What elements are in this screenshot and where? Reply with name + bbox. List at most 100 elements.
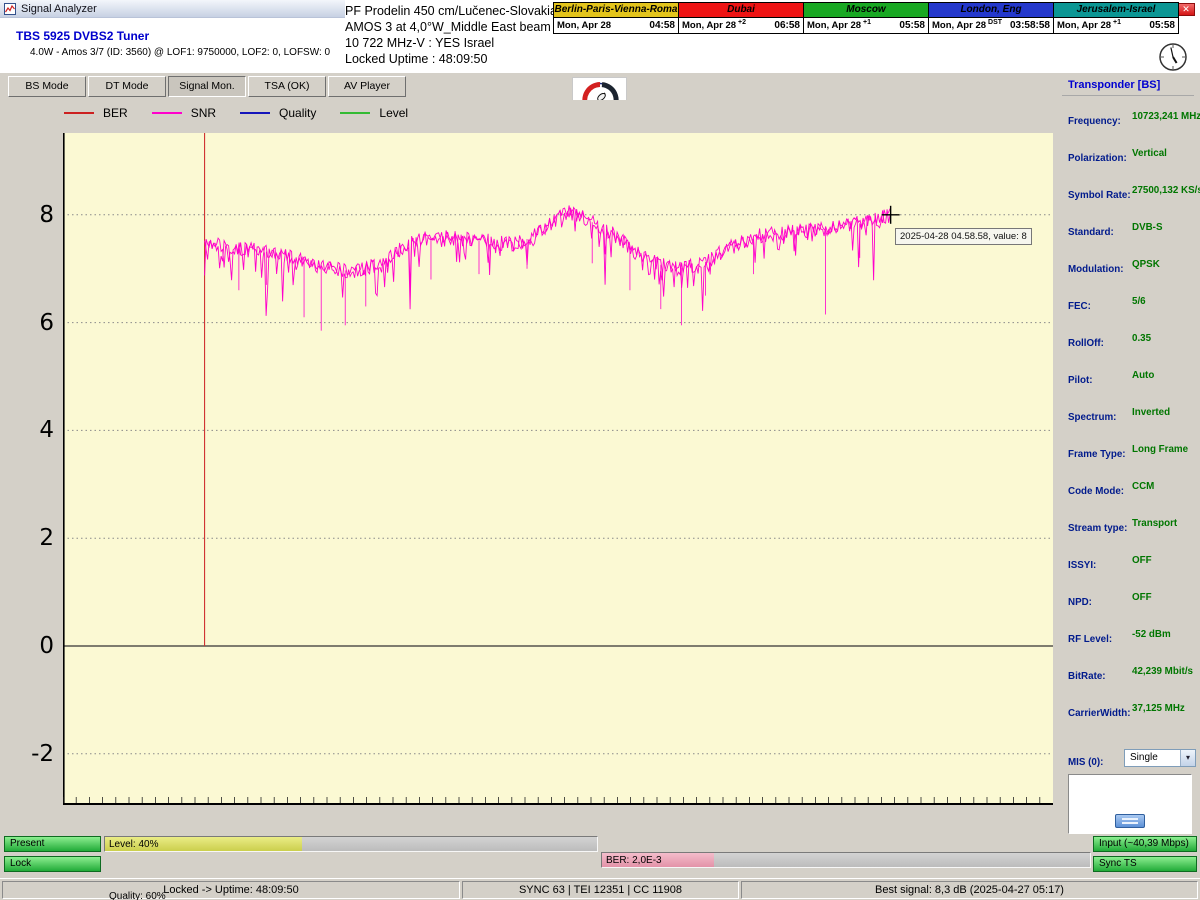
y-axis-label: 6 — [8, 310, 54, 336]
transponder-field-label: Stream type: — [1068, 523, 1127, 534]
close-button[interactable]: ✕ — [1177, 3, 1195, 16]
transponder-field-label: ISSYI: — [1068, 560, 1096, 571]
tab-bar: BS ModeDT ModeSignal Mon.TSA (OK)AV Play… — [8, 76, 406, 97]
transponder-field-value: Auto — [1132, 370, 1154, 381]
site-line-satellite: AMOS 3 at 4,0°W_Middle East beam — [345, 19, 557, 35]
chart-tooltip: 2025-04-28 04.58.58, value: 8 — [895, 228, 1032, 245]
sync-ts-indicator: Sync TS — [1093, 856, 1197, 872]
panel-action-button[interactable] — [1115, 814, 1145, 828]
transponder-field-label: FEC: — [1068, 301, 1091, 312]
clock-date: Mon, Apr 28 — [1057, 20, 1111, 31]
transponder-row-stream-type: Stream type: Transport — [1068, 518, 1198, 532]
clock-time-row: Mon, Apr 28+1 05:58 — [804, 18, 928, 33]
clock-date: Mon, Apr 28 — [932, 20, 986, 31]
transponder-field-value: DVB-S — [1132, 222, 1162, 233]
mis-select-value: Single — [1130, 752, 1158, 763]
legend-label: BER — [103, 106, 128, 120]
tab-av-player[interactable]: AV Player — [328, 76, 406, 97]
mis-select[interactable]: Single ▾ — [1124, 749, 1196, 767]
ber-progress-label: BER: 2,0E-3 — [606, 854, 662, 868]
clock-utc-offset: +2 — [738, 19, 746, 26]
site-line-frequency: 10 722 MHz-V : YES Israel — [345, 35, 557, 51]
clock-time: 05:58 — [1149, 20, 1175, 31]
world-clock-jerusalem-israel: Jerusalem-Israel Mon, Apr 28+1 05:58 — [1053, 2, 1179, 34]
transponder-field-value: 10723,241 MHz — [1132, 111, 1200, 122]
chevron-down-icon: ▾ — [1180, 750, 1195, 766]
clock-date: Mon, Apr 28 — [557, 20, 611, 31]
legend-swatch — [340, 112, 370, 114]
legend-swatch — [64, 112, 94, 114]
transponder-field-label: Standard: — [1068, 227, 1114, 238]
legend-label: Level — [379, 106, 408, 120]
transponder-field-value: OFF — [1132, 592, 1152, 603]
clock-city-label: Berlin-Paris-Vienna-Roma — [554, 3, 678, 18]
tab-tsa-ok[interactable]: TSA (OK) — [248, 76, 326, 97]
clock-utc-offset: DST — [988, 19, 1002, 26]
statusbar: Locked -> Uptime: 48:09:50 SYNC 63 | TEI… — [0, 878, 1200, 900]
app-icon — [4, 3, 16, 15]
tab-signal-mon[interactable]: Signal Mon. — [168, 76, 246, 97]
clock-city-label: London, Eng — [929, 3, 1053, 18]
clock-city-label: Jerusalem-Israel — [1054, 3, 1178, 18]
legend-item-snr: SNR — [152, 106, 216, 120]
y-axis-label: 8 — [8, 202, 54, 228]
world-clock-moscow: MoscowMon, Apr 28+105:58 — [803, 2, 929, 34]
transponder-row-spectrum: Spectrum:Inverted — [1068, 407, 1198, 421]
clock-time: 05:58 — [899, 20, 925, 31]
transponder-field-label: Frequency: — [1068, 116, 1121, 127]
transponder-field-label: RF Level: — [1068, 634, 1112, 645]
transponder-field-label: Modulation: — [1068, 264, 1124, 275]
clock-utc-offset: +1 — [1113, 19, 1121, 26]
clock-date: Mon, Apr 28 — [682, 20, 736, 31]
transponder-row-issyi: ISSYI:OFF — [1068, 555, 1198, 569]
transponder-field-label: Symbol Rate: — [1068, 190, 1131, 201]
transponder-field-value: 5/6 — [1132, 296, 1146, 307]
transponder-field-value: 27500,132 KS/s — [1132, 185, 1200, 196]
legend-item-ber: BER — [64, 106, 128, 120]
tab-bs-mode[interactable]: BS Mode — [8, 76, 86, 97]
level-progress-label: Level: 40% — [109, 838, 158, 852]
panel-blank-box — [1068, 774, 1192, 834]
chart-area: BER SNR Quality Level 2025-04-28 04.58.58, … — [8, 100, 1057, 832]
tab-dt-mode[interactable]: DT Mode — [88, 76, 166, 97]
tuner-title: TBS 5925 DVBS2 Tuner — [16, 29, 330, 43]
legend-swatch — [240, 112, 270, 114]
statusbar-best-signal: Best signal: 8,3 dB (2025-04-27 05:17) — [741, 881, 1198, 899]
clock-utc-offset: +1 — [863, 19, 871, 26]
world-clock-london-eng: London, Eng Mon, Apr 28DST 03:58:58 — [928, 2, 1054, 34]
transponder-row-symbol-rate: Symbol Rate:27500,132 KS/s — [1068, 185, 1198, 199]
site-line-dish: PF Prodelin 450 cm/Lučenec-Slovakia — [345, 3, 557, 19]
transponder-field-value: 0.35 — [1132, 333, 1151, 344]
legend-item-quality: Quality — [240, 106, 316, 120]
transponder-row-polarization: Polarization:Vertical — [1068, 148, 1198, 162]
site-info: PF Prodelin 450 cm/Lučenec-Slovakia AMOS… — [345, 3, 557, 67]
transponder-panel: Transponder [BS] Frequency:10723,241 MHz… — [1062, 76, 1200, 836]
clock-time: 03:58:58 — [1010, 20, 1050, 31]
ber-progress: BER: 2,0E-3 — [601, 852, 1091, 868]
transponder-field-value: -52 dBm — [1132, 629, 1171, 640]
transponder-field-label: BitRate: — [1068, 671, 1106, 682]
statusbar-uptime: Locked -> Uptime: 48:09:50 — [2, 881, 460, 899]
transponder-field-value: 42,239 Mbit/s — [1132, 666, 1193, 677]
quality-progress-label: Quality: 60% — [109, 890, 166, 900]
titlebar: Signal Analyzer — [0, 0, 345, 18]
y-axis-label: 0 — [8, 633, 54, 659]
transponder-field-value: Long Frame — [1132, 444, 1188, 455]
legend-label: SNR — [191, 106, 216, 120]
transponder-row-code-mode: Code Mode:CCM — [1068, 481, 1198, 495]
chart-legend: BER SNR Quality Level — [64, 106, 432, 120]
transponder-row-fec: FEC: 5/6 — [1068, 296, 1198, 310]
transponder-row-npd: NPD:OFF — [1068, 592, 1198, 606]
transponder-field-label: Code Mode: — [1068, 486, 1124, 497]
clock-date: Mon, Apr 28 — [807, 20, 861, 31]
clock-time-row: Mon, Apr 28DST 03:58:58 — [929, 18, 1053, 33]
transponder-field-value: Transport — [1132, 518, 1177, 529]
transponder-field-value: QPSK — [1132, 259, 1160, 270]
transponder-row-bitrate: BitRate: 42,239 Mbit/s — [1068, 666, 1198, 680]
input-indicator: Input (~40,39 Mbps) — [1093, 836, 1197, 852]
transponder-row-carrierwidth: CarrierWidth:37,125 MHz — [1068, 703, 1198, 717]
window-title: Signal Analyzer — [21, 3, 97, 15]
transponder-field-label: Polarization: — [1068, 153, 1127, 164]
clock-time-row: Mon, Apr 2804:58 — [554, 18, 678, 33]
present-indicator: Present — [4, 836, 101, 852]
